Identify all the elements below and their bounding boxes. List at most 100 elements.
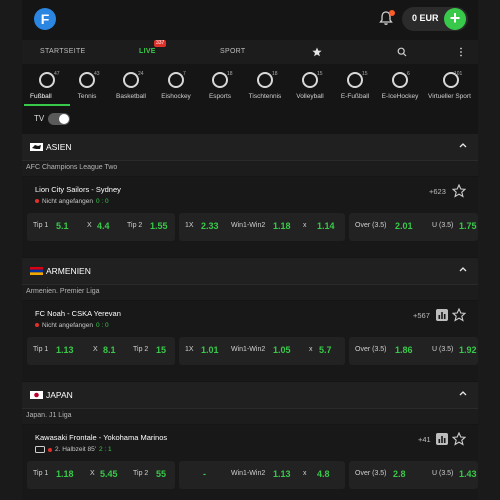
tab-sport[interactable]: SPORT [220,48,246,55]
section-header-asien[interactable]: ASIEN [22,134,478,160]
odd-label: Over (3.5) [355,222,387,229]
odd-value[interactable]: 1.14 [317,221,335,231]
country-name: ARMENIEN [46,266,91,276]
odd-value[interactable]: 1.92 [459,345,477,355]
odd-label: x [309,346,313,353]
league-name: Japan. J1 Liga [26,412,72,419]
match-score: 0 : 0 [95,198,109,205]
odd-label: X [87,222,92,229]
favorites-star-icon[interactable] [312,47,322,57]
odd-value[interactable]: 8.1 [103,345,116,355]
sport-e-icehockey[interactable]: 6 E-IceHockey [377,66,423,106]
chevron-up-icon[interactable] [459,265,467,273]
match-card[interactable]: FC Noah - CSKA Yerevan Nicht angefangen 0… [22,301,478,381]
table-tennis-icon [257,72,273,88]
section-header-japan[interactable]: JAPAN [22,382,478,408]
armenia-flag-icon [30,267,43,275]
odd-value[interactable]: 5.1 [56,221,69,231]
league-row[interactable]: AFC Champions League Two [22,160,478,176]
search-icon[interactable] [397,47,407,57]
sport-esports[interactable]: 18 Esports [197,66,243,106]
odd-value[interactable]: 2.33 [201,221,219,231]
odd-value[interactable]: 2.01 [395,221,413,231]
match-score: 0 : 0 [95,322,109,329]
notification-dot [389,10,395,16]
favorite-star-icon[interactable] [452,308,466,322]
sport-label: Basketball [116,93,146,100]
match-teams[interactable]: FC Noah - CSKA Yerevan [35,309,121,318]
favorite-star-icon[interactable] [452,432,466,446]
sport-basketball[interactable]: 24 Basketball [108,66,154,106]
more-markets-link[interactable]: +623 [429,187,446,196]
odd-value[interactable]: 55 [156,469,166,479]
sports-strip: 47 Fußball 43 Tennis 24 Basketball 7 Eis… [22,66,478,106]
sport-count: 7 [183,71,186,77]
match-score: 2 : 1 [99,446,112,454]
sport-label: Tischtennis [248,93,282,100]
odd-value[interactable]: 1.86 [395,345,413,355]
sport-virtual[interactable]: 101 Virtueller Sport [424,66,478,106]
balance-pill[interactable]: 0 EUR + [402,7,468,31]
tab-live[interactable]: LIVE [139,48,156,55]
odd-value[interactable]: 4.8 [317,469,330,479]
live-stream-icon[interactable] [35,446,45,453]
odd-value[interactable]: 1.05 [273,345,291,355]
odd-label: Over (3.5) [355,346,387,353]
basketball-icon [123,72,139,88]
odd-value[interactable]: 4.4 [97,221,110,231]
odd-value[interactable]: 1.75 [459,221,477,231]
league-row[interactable]: Armenien. Premier Liga [22,284,478,300]
sport-count: 6 [407,71,410,77]
sport-tischtennis[interactable]: 18 Tischtennis [242,66,288,106]
sport-label: Volleyball [296,93,324,100]
more-markets-link[interactable]: +41 [418,435,431,444]
odd-value[interactable]: 1.13 [273,469,291,479]
match-teams[interactable]: Lion City Sailors - Sydney [35,185,121,194]
odd-value[interactable]: 2.8 [393,469,406,479]
sport-e-fussball[interactable]: 15 E-Fußball [332,66,378,106]
country-name: JAPAN [46,390,73,400]
odd-label: x [303,470,307,477]
sport-volleyball[interactable]: 15 Volleyball [287,66,333,106]
app-logo[interactable]: F [34,8,56,30]
odd-label: 1X [185,222,194,229]
odd-label: X [93,346,98,353]
volleyball-icon [302,72,318,88]
odd-value[interactable]: 1.13 [56,345,74,355]
statistics-icon[interactable] [436,433,448,445]
odd-value[interactable]: 5.7 [319,345,332,355]
sport-tennis[interactable]: 43 Tennis [64,66,110,106]
more-menu-icon[interactable] [459,47,463,57]
japan-flag-icon [30,391,43,399]
gamepad-icon [212,72,228,88]
status-dot [35,323,39,328]
deposit-button[interactable]: + [444,8,466,30]
odd-value[interactable]: 1.18 [56,469,74,479]
odd-value[interactable]: 15 [156,345,166,355]
match-teams[interactable]: Kawasaki Frontale - Yokohama Marinos [35,433,167,442]
e-icehockey-icon [392,72,408,88]
e-football-icon [347,72,363,88]
match-card[interactable]: Kawasaki Frontale - Yokohama Marinos 2. … [22,425,478,500]
odd-value[interactable]: 1.55 [150,221,168,231]
league-row[interactable]: Japan. J1 Liga [22,408,478,424]
tab-startseite[interactable]: STARTSEITE [40,48,86,55]
chevron-up-icon[interactable] [459,141,467,149]
asia-flag-icon [30,143,43,151]
more-markets-link[interactable]: +567 [413,311,430,320]
odd-value[interactable]: 5.45 [100,469,118,479]
sport-eishockey[interactable]: 7 Eishockey [153,66,199,106]
favorite-star-icon[interactable] [452,184,466,198]
tv-label: TV [34,114,45,123]
section-header-armenien[interactable]: ARMENIEN [22,258,478,284]
odd-value[interactable]: 1.01 [201,345,219,355]
country-name: ASIEN [46,142,72,152]
match-card[interactable]: Lion City Sailors - Sydney Nicht angefan… [22,177,478,257]
chevron-up-icon[interactable] [459,389,467,397]
statistics-icon[interactable] [436,309,448,321]
odds-group-total: Over (3.5) 2.8 U (3.5) 1.43 [349,461,478,489]
odd-value[interactable]: 1.18 [273,221,291,231]
odd-value[interactable]: 1.43 [459,469,477,479]
odd-value[interactable]: - [203,469,206,479]
tv-toggle[interactable] [48,113,70,125]
